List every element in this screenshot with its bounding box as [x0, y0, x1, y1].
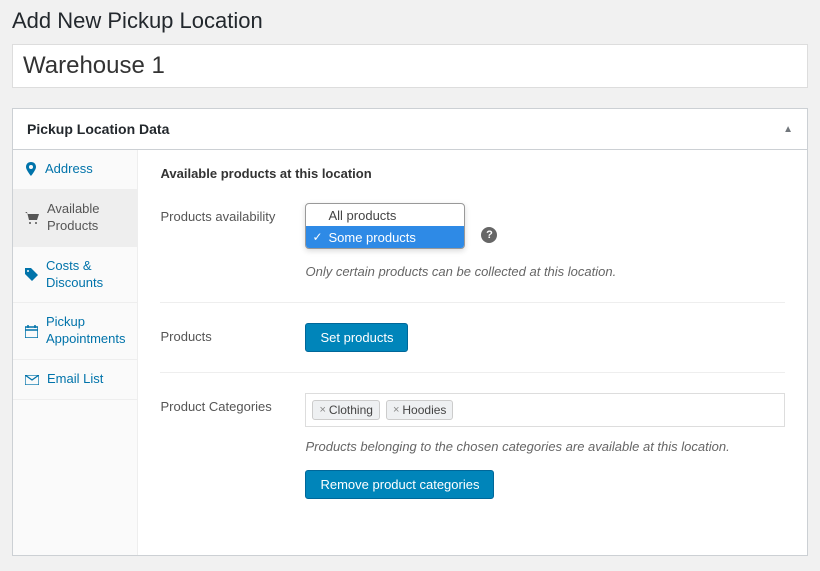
- tab-label: Available Products: [47, 201, 125, 235]
- tab-available-products[interactable]: Available Products: [13, 190, 137, 247]
- categories-hint: Products belonging to the chosen categor…: [305, 437, 785, 457]
- pickup-location-panel: Pickup Location Data ▲ Address Available…: [12, 108, 808, 556]
- tab-pickup-appointments[interactable]: Pickup Appointments: [13, 303, 137, 360]
- calendar-icon: [25, 325, 38, 338]
- help-icon[interactable]: ?: [481, 227, 497, 243]
- tab-content: Available products at this location Prod…: [138, 150, 807, 555]
- pin-icon: [25, 162, 37, 176]
- tab-email-list[interactable]: Email List: [13, 360, 137, 400]
- title-input[interactable]: [12, 44, 808, 88]
- categories-tag-input[interactable]: × Clothing × Hoodies: [305, 393, 785, 427]
- tab-address[interactable]: Address: [13, 150, 137, 190]
- availability-hint: Only certain products can be collected a…: [305, 262, 785, 282]
- set-products-button[interactable]: Set products: [305, 323, 408, 352]
- option-label: Some products: [328, 230, 415, 245]
- sidebar-tabs: Address Available Products Costs & Disco…: [13, 150, 138, 555]
- tag-label: Clothing: [329, 403, 373, 417]
- tag-icon: [25, 268, 38, 281]
- page-heading: Add New Pickup Location: [12, 8, 808, 34]
- mail-icon: [25, 375, 39, 385]
- tab-label: Costs & Discounts: [46, 258, 125, 292]
- tag-label: Hoodies: [402, 403, 446, 417]
- cart-icon: [25, 212, 39, 224]
- availability-dropdown[interactable]: All products ✓ Some products: [305, 203, 465, 249]
- field-label: Products availability: [160, 203, 305, 224]
- collapse-toggle-icon[interactable]: ▲: [783, 124, 793, 135]
- section-title: Available products at this location: [160, 166, 785, 181]
- dropdown-option-some[interactable]: ✓ Some products: [306, 226, 464, 248]
- field-label: Products: [160, 323, 305, 344]
- field-product-categories: Product Categories × Clothing × Hoodies: [160, 393, 785, 520]
- tab-label: Address: [45, 161, 93, 178]
- tab-label: Pickup Appointments: [46, 314, 125, 348]
- remove-tag-icon[interactable]: ×: [393, 404, 399, 416]
- dropdown-option-all[interactable]: All products: [306, 204, 464, 226]
- field-products-availability: Products availability All products ✓ Som…: [160, 203, 785, 303]
- field-label: Product Categories: [160, 393, 305, 414]
- category-tag-hoodies: × Hoodies: [386, 400, 453, 420]
- panel-title: Pickup Location Data: [27, 121, 169, 137]
- category-tag-clothing: × Clothing: [312, 400, 379, 420]
- remove-categories-button[interactable]: Remove product categories: [305, 470, 494, 499]
- field-products: Products Set products: [160, 323, 785, 373]
- check-icon: ✓: [312, 230, 322, 244]
- tab-label: Email List: [47, 371, 103, 388]
- tab-costs-discounts[interactable]: Costs & Discounts: [13, 247, 137, 304]
- option-label: All products: [328, 208, 396, 223]
- remove-tag-icon[interactable]: ×: [319, 404, 325, 416]
- panel-header: Pickup Location Data ▲: [13, 109, 807, 150]
